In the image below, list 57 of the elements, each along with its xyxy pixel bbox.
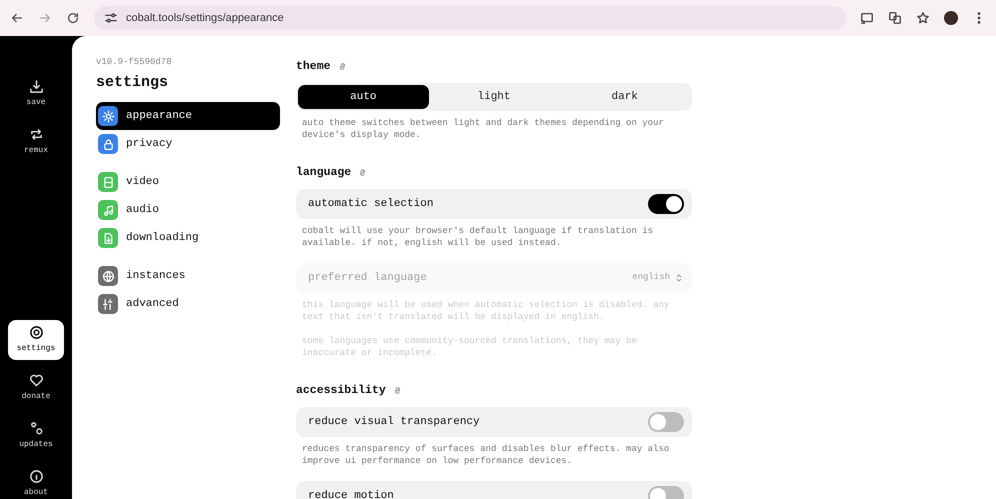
toggle-row[interactable]: reduce visual transparency [296,406,692,437]
toggle-label: automatic selection [308,196,434,212]
sun-icon [102,110,114,122]
download-icon [28,79,44,94]
file-download-icon [102,232,114,244]
toggle-label: reduce visual transparency [308,414,480,430]
film-icon [102,176,114,188]
description-text: auto theme switches between light and dark themes depending on your device's display mode. [302,117,665,142]
sidebar-item[interactable]: about [8,464,64,499]
translate-icon[interactable] [888,11,902,25]
toggle-switch[interactable] [648,194,684,214]
sidebar-item[interactable]: donate [8,368,64,408]
section-heading: accessibility [296,382,386,399]
toggle-switch[interactable] [648,412,684,432]
sliders-icon [102,298,114,310]
address-bar[interactable]: cobalt.tools/settings/appearance [94,6,846,30]
url-text: cobalt.tools/settings/appearance [126,10,284,26]
settings-nav-item[interactable]: audio [96,196,280,224]
sidebar-item[interactable]: remux [8,122,64,162]
site-settings-icon[interactable] [104,11,118,25]
theme-option[interactable]: auto [298,85,429,110]
toggle-row[interactable]: automatic selection [296,188,692,219]
settings-icon [28,325,44,340]
select-label: preferred language [308,270,427,286]
select-value: english [632,271,670,284]
settings-nav-item[interactable]: downloading [96,224,280,252]
chevron-up-down-icon [674,273,684,284]
cast-icon[interactable] [860,11,874,25]
globe-icon [102,270,114,282]
toggle-row[interactable]: reduce motion [296,481,692,499]
settings-nav-item[interactable]: video [96,168,280,196]
section-heading: theme [296,59,331,75]
description-text: cobalt will use your browser's default language if translation is available. if not, english will be used instead. [302,224,654,250]
lock-icon [102,138,114,150]
sidebar-item[interactable]: updates [8,416,64,456]
reload-icon[interactable] [66,11,80,25]
heart-icon [28,373,44,388]
version-text: v10.9-f5590d78 [96,56,173,69]
profile-avatar[interactable] [944,11,958,25]
settings-nav-item[interactable]: appearance [96,102,280,130]
settings-title: settings [96,72,170,92]
settings-nav-item[interactable]: privacy [96,130,280,158]
sidebar-item[interactable]: settings [8,320,64,360]
sparkle-icon [28,421,44,436]
sidebar-item[interactable]: save [8,74,64,114]
theme-option[interactable]: light [428,85,560,110]
section-heading: language [296,164,352,181]
toggle-label: reduce motion [308,488,394,499]
settings-nav-item[interactable]: advanced [96,290,280,318]
back-icon[interactable] [10,11,24,25]
description-text: reduces transparency of surfaces and disables blur effects. may also improve ui performance on low performance devices. [302,442,670,468]
star-icon[interactable] [916,11,930,25]
theme-option[interactable]: dark [559,85,690,110]
info-icon [28,469,44,484]
music-note-icon [102,204,114,216]
repeat-icon [28,127,44,142]
settings-nav-item[interactable]: instances [96,262,280,290]
